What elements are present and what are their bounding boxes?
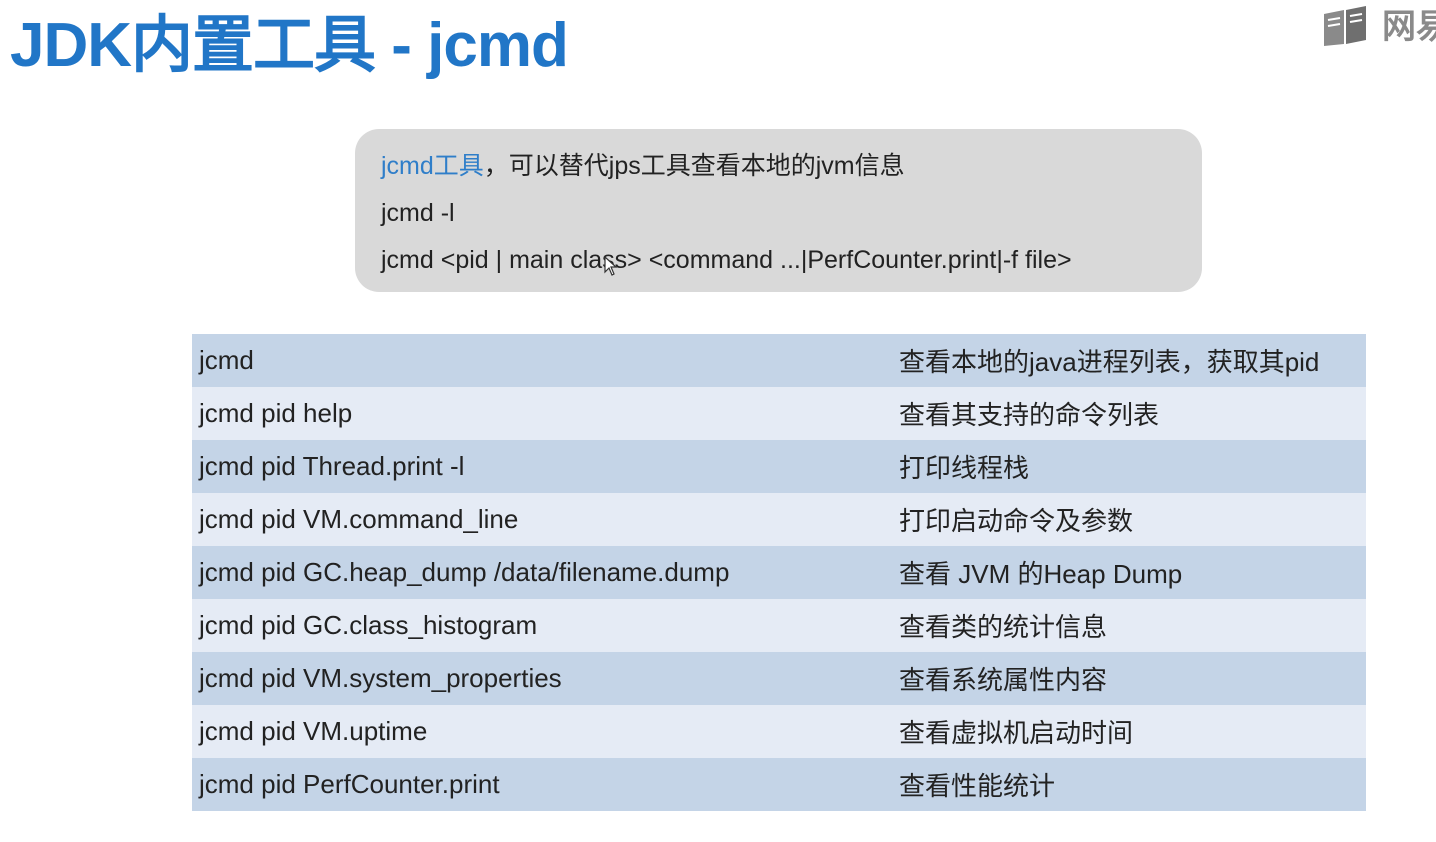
info-accent: jcmd工具 xyxy=(381,152,484,180)
info-line-intro: jcmd工具，可以替代jps工具查看本地的jvm信息 xyxy=(381,143,1176,190)
info-intro-text: ，可以替代jps工具查看本地的jvm信息 xyxy=(483,152,905,180)
book-logo-icon xyxy=(1324,6,1366,46)
info-box: jcmd工具，可以替代jps工具查看本地的jvm信息 jcmd -l jcmd … xyxy=(355,129,1202,292)
command-table: jcmd 查看本地的java进程列表，获取其pid jcmd pid help … xyxy=(192,334,1366,811)
description-cell: 查看 JVM 的Heap Dump xyxy=(899,559,1183,589)
brand-logo: 网易 xyxy=(1322,6,1436,48)
mouse-pointer-icon xyxy=(604,256,618,276)
description-cell: 查看本地的java进程列表，获取其pid xyxy=(899,347,1320,377)
table-row: jcmd pid Thread.print -l 打印线程栈 xyxy=(192,440,1366,493)
description-cell: 查看其支持的命令列表 xyxy=(899,400,1160,430)
table-row: jcmd pid VM.system_properties 查看系统属性内容 xyxy=(192,652,1366,705)
description-cell: 打印启动命令及参数 xyxy=(899,506,1134,536)
info-line-list: jcmd -l xyxy=(381,199,455,227)
table-row: jcmd pid VM.command_line 打印启动命令及参数 xyxy=(192,493,1366,546)
command-cell: jcmd pid VM.command_line xyxy=(199,504,519,534)
command-cell: jcmd pid GC.heap_dump /data/filename.dum… xyxy=(199,557,730,587)
logo-text: 网易 xyxy=(1382,8,1436,46)
table-row: jcmd 查看本地的java进程列表，获取其pid xyxy=(192,334,1366,387)
description-cell: 查看性能统计 xyxy=(899,771,1056,801)
command-cell: jcmd pid GC.class_histogram xyxy=(199,610,538,640)
table-row: jcmd pid GC.heap_dump /data/filename.dum… xyxy=(192,546,1366,599)
info-line-usage: jcmd <pid | main class> <command ...|Per… xyxy=(381,246,1072,274)
description-cell: 打印线程栈 xyxy=(899,453,1030,483)
description-cell: 查看系统属性内容 xyxy=(899,665,1108,695)
command-cell: jcmd pid PerfCounter.print xyxy=(199,769,500,799)
table-row: jcmd pid PerfCounter.print 查看性能统计 xyxy=(192,758,1366,811)
description-cell: 查看类的统计信息 xyxy=(899,612,1108,642)
command-cell: jcmd pid Thread.print -l xyxy=(199,451,465,481)
command-cell: jcmd pid help xyxy=(199,398,353,428)
table-row: jcmd pid GC.class_histogram 查看类的统计信息 xyxy=(192,599,1366,652)
command-cell: jcmd pid VM.system_properties xyxy=(199,663,562,693)
table-row: jcmd pid VM.uptime 查看虚拟机启动时间 xyxy=(192,705,1366,758)
command-cell: jcmd pid VM.uptime xyxy=(199,716,428,746)
description-cell: 查看虚拟机启动时间 xyxy=(899,718,1134,748)
page-title: JDK内置工具 - jcmd xyxy=(10,11,569,80)
table-row: jcmd pid help 查看其支持的命令列表 xyxy=(192,387,1366,440)
command-cell: jcmd xyxy=(199,345,254,375)
